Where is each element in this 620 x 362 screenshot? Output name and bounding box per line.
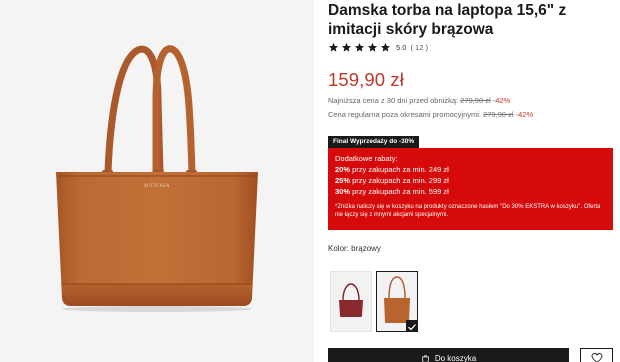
star-icon — [380, 42, 391, 52]
lowest-price-discount: -42% — [492, 96, 511, 105]
brand-logo: WITTCHEN — [144, 183, 170, 188]
rating-count: ( 12 ) — [410, 42, 428, 52]
star-icon — [354, 42, 365, 52]
sale-badge: Final Wyprzedaży do -30% — [328, 136, 420, 148]
selected-check — [406, 320, 418, 332]
bag-illustration: WITTCHEN — [56, 45, 258, 312]
rating[interactable]: 5.0 ( 12 ) — [328, 41, 428, 53]
divider — [314, 0, 322, 362]
star-icon — [341, 42, 352, 52]
price: 159,90 zł — [328, 69, 404, 90]
wishlist-button[interactable] — [580, 348, 613, 362]
star-icon — [367, 42, 378, 52]
color-value: brązowy — [351, 244, 381, 253]
product-image[interactable]: WITTCHEN — [0, 0, 314, 362]
rating-value: 5.0 — [396, 42, 407, 52]
product-title: Damska torba na laptopa 15,6" z imitacji… — [328, 2, 567, 38]
regular-price-label: Cena regularna poza okresami promocyjnym… — [328, 110, 481, 119]
regular-price-discount: -42% — [515, 110, 534, 119]
color-swatch-brazowy[interactable] — [376, 271, 418, 332]
promo-tier: 30% przy zakupach za min. 599 zł — [335, 187, 449, 196]
promo-tier: 20% przy zakupach za min. 249 zł — [335, 165, 449, 174]
product-info: Damska torba na laptopa 15,6" z imitacji… — [328, 0, 620, 362]
color-swatch-bordowy[interactable] — [330, 271, 372, 332]
promo-heading: Dodatkowe rabaty: — [335, 154, 398, 163]
swatch-bag-thumbnail — [339, 283, 363, 317]
star-icon — [328, 42, 339, 52]
add-to-cart-label: Do koszyka — [434, 353, 477, 362]
promo-tier: 25% przy zakupach za min. 299 zł — [335, 176, 449, 185]
lowest-price-label: Najniższa cena z 30 dni przed obniżką: — [328, 96, 459, 105]
check-icon — [408, 324, 416, 331]
promo-note: *Zniżka naliczy się w koszyku na produkt… — [335, 204, 601, 218]
promo-box: Dodatkowe rabaty: 20% przy zakupach za m… — [328, 148, 613, 230]
color-label: Kolor: brązowy — [328, 244, 381, 253]
regular-price-old: 279,90 zł — [483, 110, 514, 119]
lowest-price-old: 279,90 zł — [460, 96, 491, 105]
heart-icon — [591, 353, 602, 362]
shopping-bag-icon — [421, 354, 429, 362]
add-to-cart-button[interactable]: Do koszyka — [328, 348, 569, 362]
regular-price-info: Cena regularna poza okresami promocyjnym… — [328, 110, 533, 119]
lowest-price-info: Najniższa cena z 30 dni przed obniżką: 2… — [328, 96, 510, 105]
